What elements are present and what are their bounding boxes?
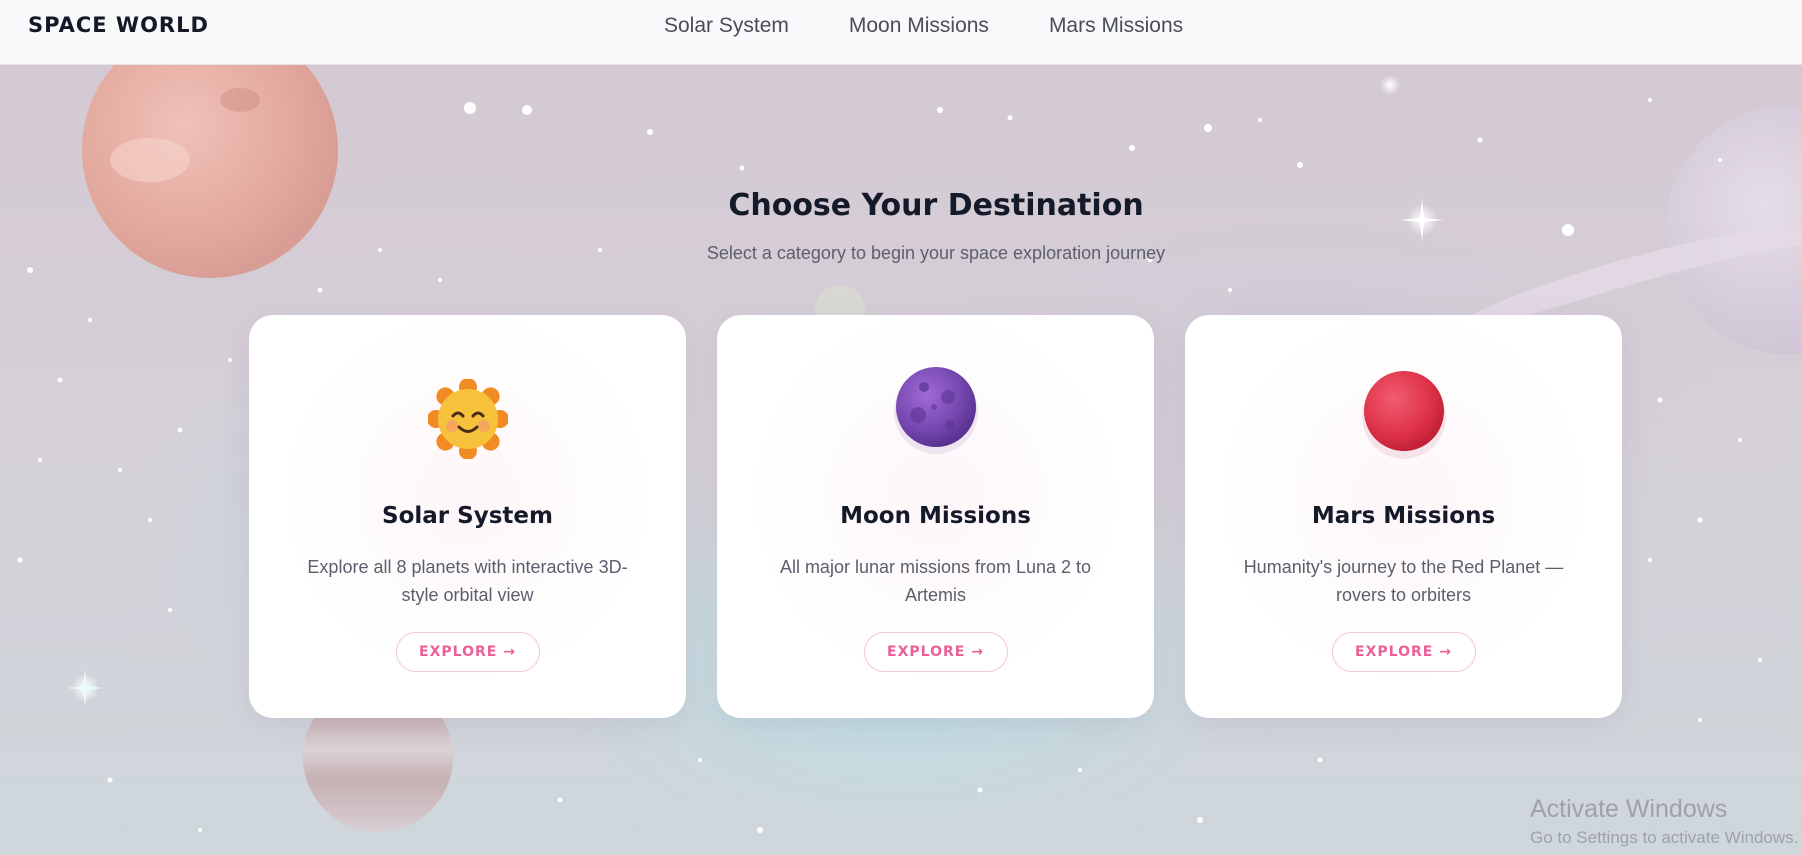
card-title: Solar System (382, 503, 553, 529)
watermark-title: Activate Windows (1530, 795, 1728, 823)
nav-mars-missions[interactable]: Mars Missions (1049, 14, 1183, 38)
page-title: Choose Your Destination (728, 188, 1144, 223)
card-description: Explore all 8 planets with interactive 3… (307, 557, 628, 605)
card-description: All major lunar missions from Luna 2 to … (779, 557, 1092, 605)
purple-moon-icon (893, 367, 978, 454)
top-navbar: SPACE WORLD Solar System Moon Missions M… (0, 0, 1802, 65)
smiling-sun-icon (427, 379, 508, 459)
main-nav: Solar System Moon Missions Mars Missions (664, 14, 1183, 38)
explore-moon-missions-button[interactable]: EXPLORE → (863, 632, 1008, 672)
brand-logo[interactable]: SPACE WORLD (28, 13, 209, 37)
card-title: Mars Missions (1311, 503, 1496, 529)
card-description: Humanity's journey to the Red Planet — r… (1243, 557, 1564, 605)
card-mars-missions[interactable]: Mars Missions Humanity's journey to the … (1185, 315, 1622, 718)
nav-moon-missions[interactable]: Moon Missions (849, 14, 989, 38)
page-subtitle: Select a category to begin your space ex… (706, 243, 1166, 263)
explore-solar-system-button[interactable]: EXPLORE → (395, 632, 540, 672)
activate-windows-watermark: Activate Windows Go to Settings to activ… (1530, 795, 1798, 848)
red-planet-icon (1361, 371, 1446, 459)
explore-mars-missions-button[interactable]: EXPLORE → (1331, 632, 1476, 672)
card-moon-missions[interactable]: Moon Missions All major lunar missions f… (717, 315, 1154, 718)
watermark-subtitle: Go to Settings to activate Windows. (1530, 828, 1799, 847)
card-title: Moon Missions (840, 503, 1031, 529)
card-solar-system[interactable]: Solar System Explore all 8 planets with … (249, 315, 686, 718)
nav-solar-system[interactable]: Solar System (664, 14, 789, 38)
